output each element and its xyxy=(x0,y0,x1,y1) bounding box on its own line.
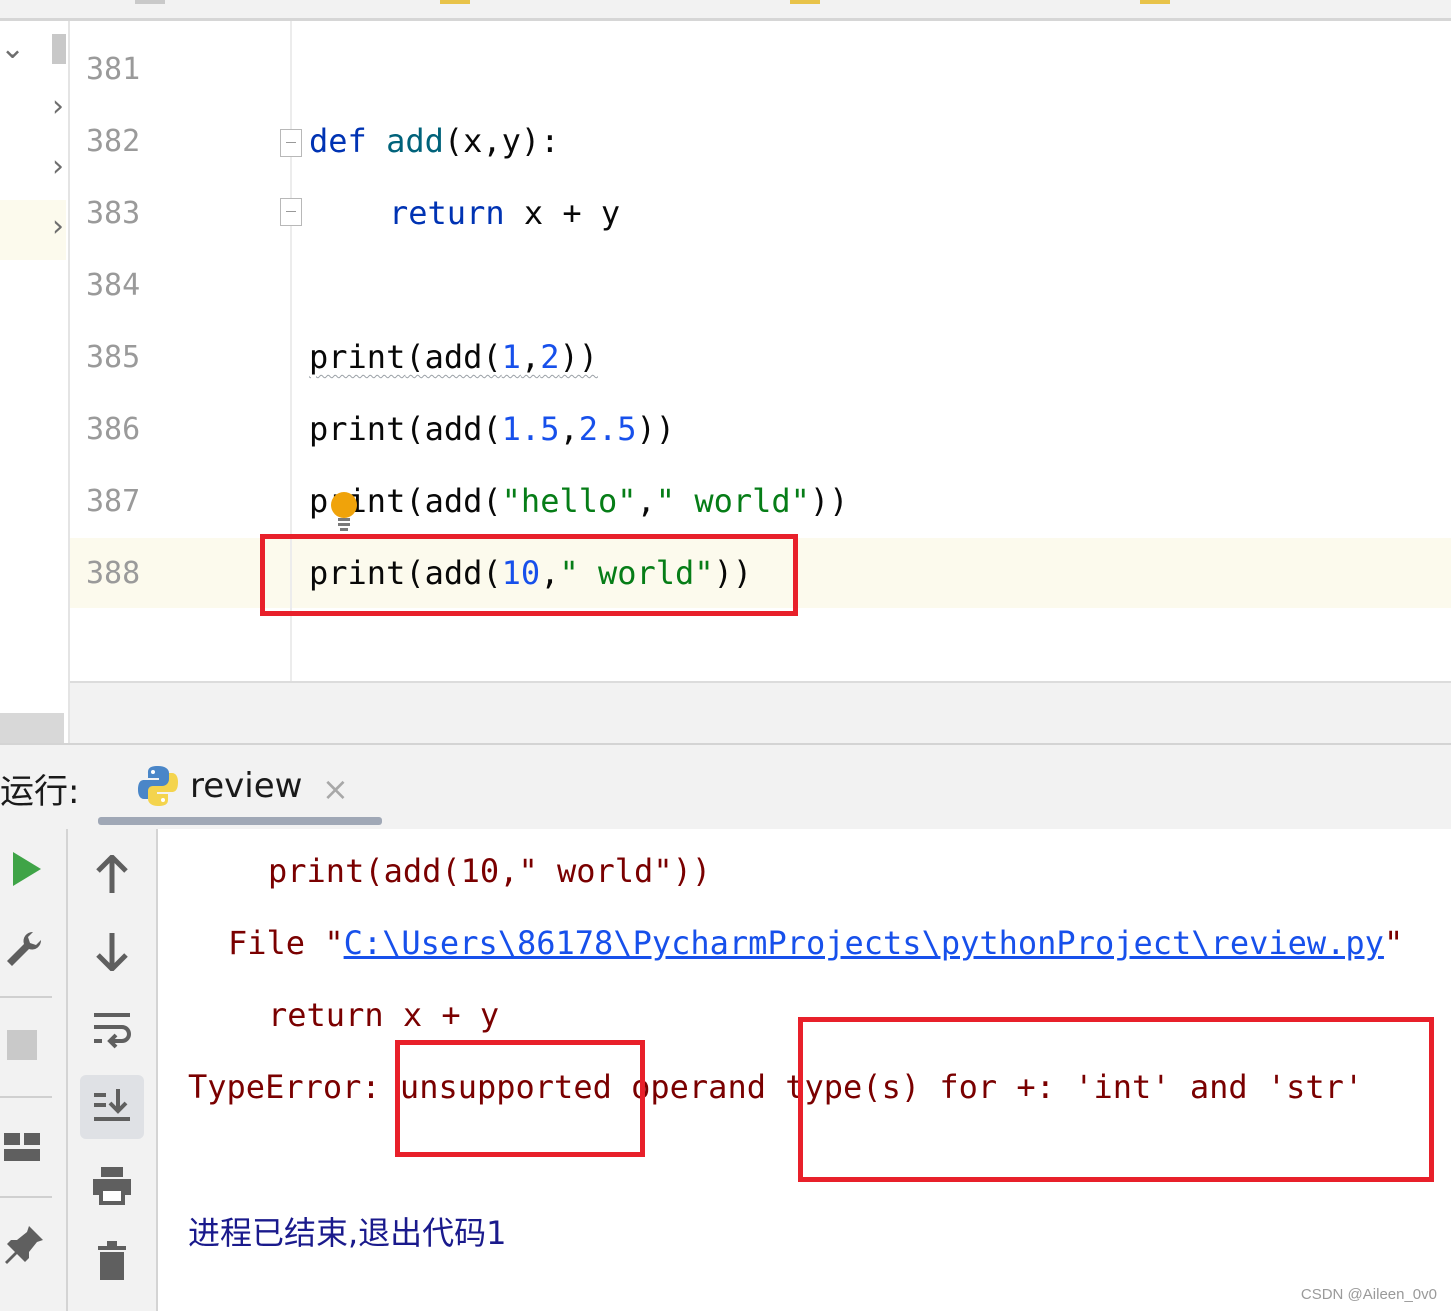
code-line-383: return x + y xyxy=(389,193,620,233)
console-line: print(add(10," world")) xyxy=(268,852,712,890)
printer-icon xyxy=(93,1167,131,1205)
run-tab-title: review xyxy=(190,766,303,806)
wrench-icon xyxy=(7,931,42,966)
soft-wrap-button[interactable] xyxy=(90,1007,134,1051)
arrow-up-icon xyxy=(96,855,128,893)
error-type: TypeError: xyxy=(188,1068,400,1106)
line-number: 386 xyxy=(86,412,141,447)
number: 2 xyxy=(540,338,560,376)
clear-all-button[interactable] xyxy=(90,1239,134,1283)
stop-icon xyxy=(7,1030,37,1060)
line-number: 381 xyxy=(86,52,141,87)
code-line-386: print(add(1.5,2.5)) xyxy=(309,409,675,449)
rerun-button[interactable] xyxy=(6,849,46,889)
print-button[interactable] xyxy=(90,1163,134,1207)
code-text: (add( xyxy=(405,482,502,520)
line-number: 384 xyxy=(86,268,141,303)
tree-scrollbar[interactable] xyxy=(52,34,66,64)
fold-end-icon[interactable] xyxy=(280,198,302,226)
highlight-box xyxy=(395,1040,645,1157)
chevron-right-icon[interactable]: › xyxy=(52,212,64,242)
number: 1.5 xyxy=(501,410,560,448)
line-number: 385 xyxy=(86,340,141,375)
run-toolbar-secondary xyxy=(68,829,158,1311)
code-text: )) xyxy=(636,410,676,448)
scroll-down-button[interactable] xyxy=(90,929,134,973)
arrow-down-icon xyxy=(96,933,128,971)
tab-marker xyxy=(1140,0,1170,4)
keyword: def xyxy=(309,122,367,160)
scroll-to-end-icon xyxy=(94,1089,130,1121)
console-line: return x + y xyxy=(268,996,500,1034)
line-number: 383 xyxy=(86,196,141,231)
builtin: print xyxy=(309,338,406,376)
run-label: 运行: xyxy=(0,772,80,812)
scroll-to-end-button[interactable] xyxy=(80,1075,144,1139)
code-text: (add( xyxy=(405,338,502,376)
keyword: return xyxy=(389,194,505,232)
code-line-385: print(add(1,2)) xyxy=(309,337,598,377)
number: 2.5 xyxy=(578,410,637,448)
code-text: , xyxy=(559,410,579,448)
string: "hello" xyxy=(501,482,637,520)
run-toolbar-primary xyxy=(0,829,68,1311)
console-text: " xyxy=(1383,924,1404,962)
editor-status-area xyxy=(70,681,1451,745)
trash-icon xyxy=(98,1241,126,1280)
function-name: add xyxy=(386,122,444,160)
console-text: File " xyxy=(228,924,344,962)
tab-marker xyxy=(135,0,165,4)
code-text: (x,y): xyxy=(443,122,560,160)
code-text: , xyxy=(520,338,541,376)
close-icon[interactable]: × xyxy=(322,770,349,808)
fold-collapse-icon[interactable] xyxy=(280,129,302,157)
line-number: 388 xyxy=(86,556,141,591)
editor-tab-strip xyxy=(0,0,1451,21)
code-text: (add( xyxy=(405,410,502,448)
scroll-up-button[interactable] xyxy=(90,853,134,897)
python-icon xyxy=(138,766,178,806)
tab-marker xyxy=(440,0,470,4)
layout-button[interactable] xyxy=(4,1129,42,1165)
code-text: )) xyxy=(559,338,598,376)
number: 1 xyxy=(501,338,521,376)
modify-run-config-button[interactable] xyxy=(2,927,46,971)
chevron-down-icon[interactable]: ⌄ xyxy=(0,34,25,64)
string: " world" xyxy=(655,482,810,520)
chevron-right-icon[interactable]: › xyxy=(52,152,64,182)
console-file-line: File "C:\Users\86178\PycharmProjects\pyt… xyxy=(228,923,1403,963)
active-tab-indicator xyxy=(98,817,382,825)
line-number: 382 xyxy=(86,124,141,159)
builtin: print xyxy=(309,410,406,448)
pin-tab-button[interactable] xyxy=(2,1223,46,1267)
stop-button[interactable] xyxy=(6,1029,38,1061)
play-icon xyxy=(13,852,41,886)
lightbulb-icon[interactable] xyxy=(329,490,359,534)
line-number: 387 xyxy=(86,484,141,519)
code-text: , xyxy=(636,482,656,520)
code-text: )) xyxy=(809,482,849,520)
code-line-387: print(add("hello"," world")) xyxy=(309,481,848,521)
layout-icon xyxy=(4,1133,40,1161)
watermark: CSDN @Aileen_0v0 xyxy=(1300,1286,1437,1303)
process-exit-message: 进程已结束,退出代码1 xyxy=(188,1214,507,1252)
toolbar-separator xyxy=(0,1096,52,1098)
wrap-icon xyxy=(94,1013,131,1049)
file-path-link[interactable]: C:\Users\86178\PycharmProjects\pythonPro… xyxy=(344,924,1384,962)
horizontal-scrollbar[interactable] xyxy=(0,713,64,743)
highlight-box xyxy=(260,534,798,616)
project-tree-gutter xyxy=(0,21,70,743)
code-text: x + y xyxy=(504,194,621,232)
tab-marker xyxy=(790,0,820,4)
toolbar-separator xyxy=(0,1196,52,1198)
code-line-382: def add(x,y): xyxy=(309,121,559,161)
highlight-box xyxy=(798,1017,1434,1182)
pin-icon xyxy=(5,1226,43,1264)
toolbar-separator xyxy=(0,996,52,998)
chevron-right-icon[interactable]: › xyxy=(52,92,64,122)
